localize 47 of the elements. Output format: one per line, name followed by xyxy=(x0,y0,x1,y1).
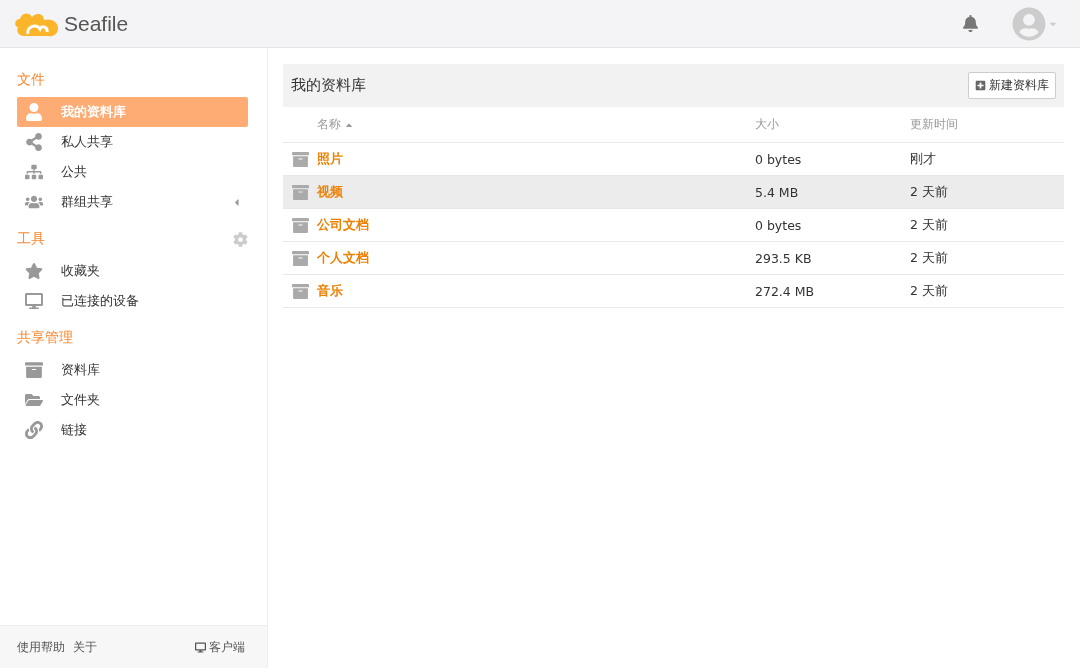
star-icon xyxy=(25,262,43,280)
archive-icon xyxy=(25,361,43,379)
nav-item[interactable]: 群组共享 xyxy=(17,187,248,217)
section-title: 共享管理 xyxy=(17,329,73,347)
plus-icon xyxy=(975,80,986,91)
updated-text: 2 天前 xyxy=(910,249,948,267)
table-row[interactable]: 视频 5.4 MB 2 天前 xyxy=(283,176,1064,209)
size-text: 5.4 MB xyxy=(755,184,799,200)
folder-icon xyxy=(25,391,43,409)
size-text: 293.5 KB xyxy=(755,250,812,266)
nav-item[interactable]: 资料库 xyxy=(17,355,248,385)
monitor-icon xyxy=(25,292,43,310)
avatar-icon[interactable] xyxy=(1012,6,1046,41)
new-library-button[interactable]: 新建资料库 xyxy=(968,72,1056,99)
size-text: 272.4 MB xyxy=(755,283,815,299)
footer-link[interactable]: 关于 xyxy=(73,638,97,656)
updated-text: 2 天前 xyxy=(910,183,948,201)
monitor-icon xyxy=(195,641,206,653)
library-icon xyxy=(291,249,309,267)
updated-text: 刚才 xyxy=(910,150,936,168)
bell-icon[interactable] xyxy=(962,15,979,32)
link-icon xyxy=(25,421,43,439)
section-title: 工具 xyxy=(17,230,45,248)
library-icon xyxy=(291,282,309,300)
nav-item[interactable]: 链接 xyxy=(17,415,248,445)
nav-item[interactable]: 收藏夹 xyxy=(17,256,248,286)
library-icon xyxy=(291,183,309,201)
nav-item[interactable]: 已连接的设备 xyxy=(17,286,248,316)
client-link[interactable]: 客户端 xyxy=(195,638,245,656)
settings-icon[interactable] xyxy=(233,231,248,247)
share-icon xyxy=(25,133,43,151)
users-icon xyxy=(25,193,43,211)
sitemap-icon xyxy=(25,163,43,181)
section-title: 文件 xyxy=(17,71,45,89)
nav-item[interactable]: 文件夹 xyxy=(17,385,248,415)
library-icon xyxy=(291,216,309,234)
size-text: 0 bytes xyxy=(755,151,802,167)
footer-link[interactable]: 使用帮助 xyxy=(17,638,65,656)
user-icon xyxy=(25,103,43,121)
library-icon xyxy=(291,150,309,168)
nav-item[interactable]: 私人共享 xyxy=(17,127,248,157)
nav-item[interactable]: 公共 xyxy=(17,157,248,187)
updated-text: 2 天前 xyxy=(910,216,948,234)
page-title: 我的资料库 xyxy=(291,76,366,95)
logo-text: Seafile xyxy=(64,11,129,36)
updated-text: 2 天前 xyxy=(910,282,948,300)
size-text: 0 bytes xyxy=(755,217,802,233)
